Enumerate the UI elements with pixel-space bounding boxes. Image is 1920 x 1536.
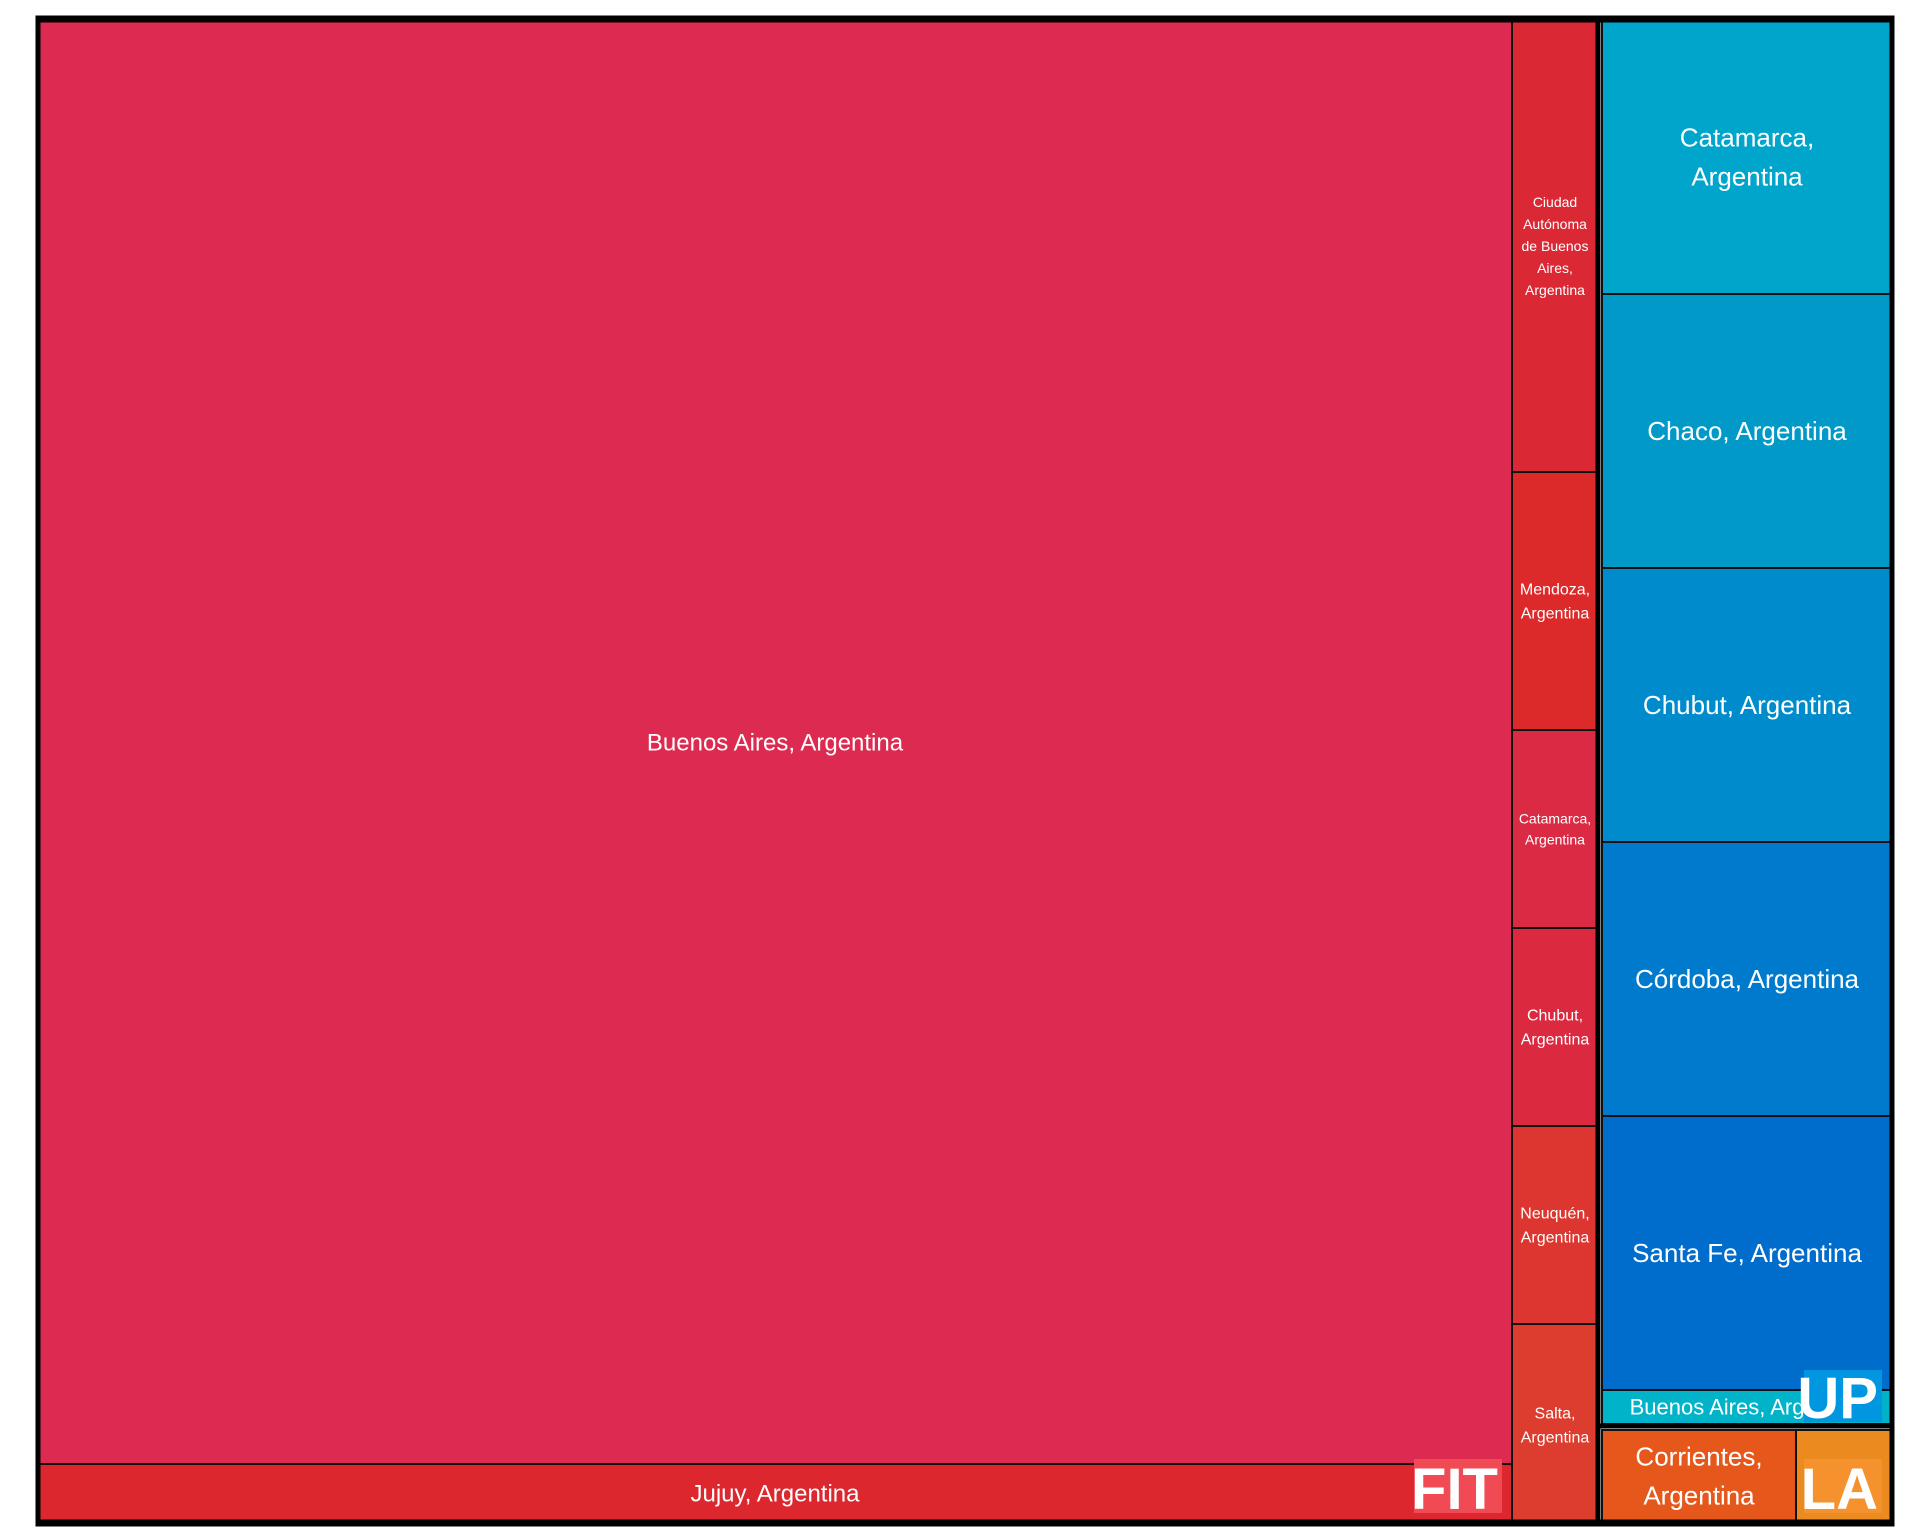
treemap-cell-rect (1511, 729, 1599, 929)
treemap-cell-fit-catamarca-argentina: Catamarca, Argentina (1511, 729, 1599, 929)
treemap-cell-rect (1511, 1323, 1599, 1523)
treemap-cell-fit-salta-argentina: Salta, Argentina (1511, 1323, 1599, 1523)
treemap-cell-rect (1511, 471, 1599, 731)
treemap-cell-fit-chubut-argentina: Chubut, Argentina (1511, 927, 1599, 1127)
treemap-cell-label: Santa Fe, Argentina (1632, 1238, 1862, 1268)
treemap-chart: Buenos Aires, Argentina Jujuy, Argentina C… (35, 15, 1895, 1527)
group-label-text: FIT (1411, 1457, 1498, 1522)
treemap-cell-label: Córdoba, Argentina (1635, 964, 1860, 994)
group-label-up: UP (1797, 1366, 1882, 1431)
group-label-text: LA (1801, 1457, 1878, 1522)
treemap-cell-fit-mendoza-argentina: Mendoza, Argentina (1511, 471, 1599, 731)
treemap-cell-up-chaco-argentina: Chaco, Argentina (1601, 293, 1893, 569)
treemap-cell-up-catamarca-argentina: Catamarca, Argentina (1601, 19, 1893, 295)
treemap-cell-fit-buenos-aires-argentina: Buenos Aires, Argentina (37, 19, 1513, 1465)
group-label-fit: FIT (1411, 1457, 1502, 1522)
treemap-cell-fit-neuquen-argentina: Neuquén, Argentina (1511, 1125, 1599, 1325)
group-label-la: LA (1801, 1457, 1882, 1522)
group-label-text: UP (1797, 1366, 1878, 1431)
treemap-cell-rect (1511, 927, 1599, 1127)
treemap-cell-label: Chaco, Argentina (1647, 416, 1847, 446)
treemap-cell-up-cordoba-argentina: Córdoba, Argentina (1601, 841, 1893, 1117)
treemap-cell-rect (1601, 19, 1893, 295)
treemap-cell-rect (1511, 1125, 1599, 1325)
treemap-cell-fit-ciudad-autonoma-de-buenos-aires-argentina: Ciudad Autónoma de Buenos Aires, Argentina (1511, 19, 1599, 473)
treemap-cell-fit-jujuy-argentina: Jujuy, Argentina (37, 1463, 1513, 1523)
treemap-cell-label: Buenos Aires, Argentina (647, 729, 904, 756)
cells-layer: Buenos Aires, Argentina Jujuy, Argentina C… (37, 19, 1893, 1523)
treemap-cell-up-santa-fe-argentina: Santa Fe, Argentina (1601, 1115, 1893, 1391)
treemap-cell-up-chubut-argentina: Chubut, Argentina (1601, 567, 1893, 843)
treemap-cell-label: Jujuy, Argentina (691, 1480, 861, 1507)
treemap-cell-label: Chubut, Argentina (1643, 690, 1852, 720)
treemap-cell-la-corrientes-argentina: Corrientes, Argentina (1601, 1429, 1797, 1523)
